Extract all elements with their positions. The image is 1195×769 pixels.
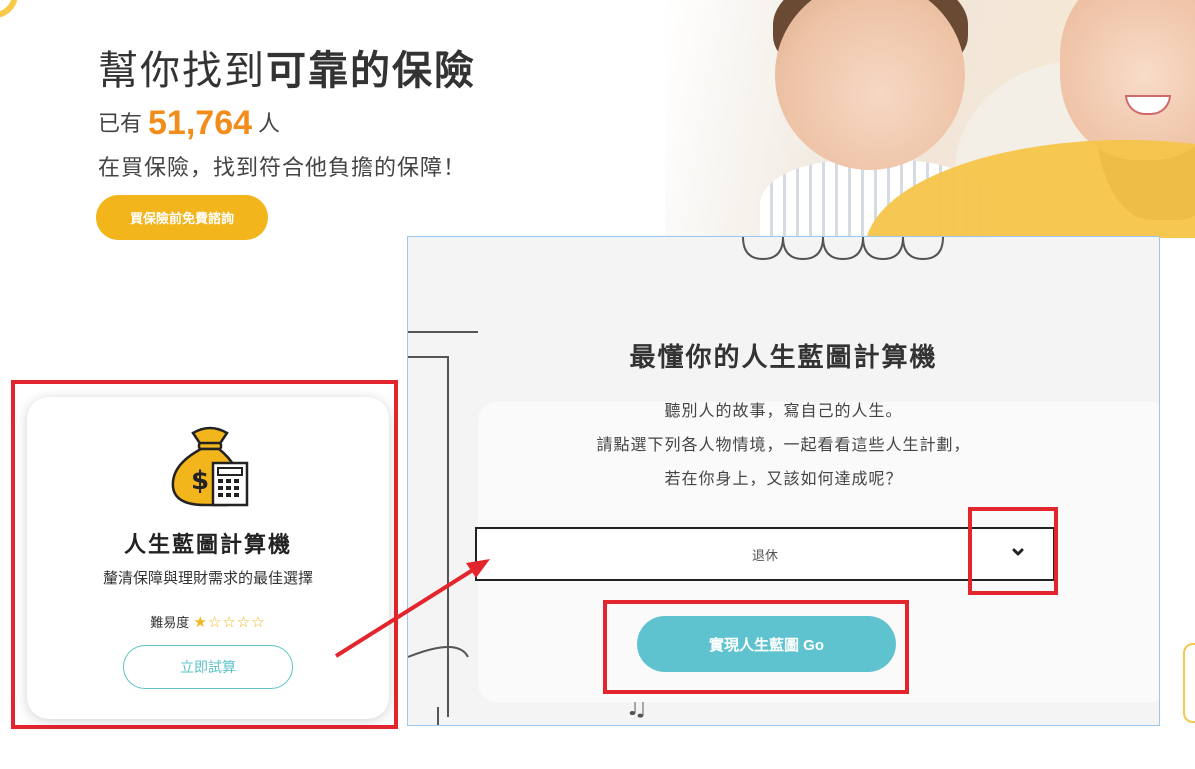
free-consult-button[interactable]: 買保險前免費諮詢 xyxy=(96,195,268,240)
star-rating-icons: ★☆☆☆☆ xyxy=(193,613,266,631)
hero-title-plain: 幫你找到 xyxy=(98,48,266,94)
count-suffix: 人 xyxy=(258,112,281,137)
hero-photo xyxy=(665,0,1195,238)
hero-title: 幫你找到可靠的保險 xyxy=(98,38,476,96)
panel-intro-line-3: 若在你身上，又該如何達成呢？ xyxy=(664,469,903,488)
difficulty-label: 難易度 xyxy=(150,616,190,631)
hero-title-bold: 可靠的保險 xyxy=(266,48,476,94)
annotation-box-dropdown xyxy=(968,507,1058,595)
scenario-select-value: 退休 xyxy=(751,548,778,564)
difficulty-rating: 難易度 ★☆☆☆☆ xyxy=(27,612,389,631)
corner-decoration xyxy=(0,0,18,18)
money-bag-calculator-icon: $ xyxy=(171,426,249,507)
panel-intro-line-2: 請點選下列各人物情境，一起看看這些人生計劃， xyxy=(596,435,971,454)
annotation-box-go-button xyxy=(603,600,909,694)
hero-count-line: 已有 51,764 人 xyxy=(98,104,280,143)
count-prefix: 已有 xyxy=(98,112,143,137)
user-count: 51,764 xyxy=(148,104,253,142)
card-description: 釐清保障與理財需求的最佳選擇 xyxy=(102,569,313,587)
card-title: 人生藍圖計算機 xyxy=(123,533,292,558)
calculator-card: $ 人生藍圖計算機 釐清保障與理財需求的最佳選擇 難易度 ★☆☆☆☆ 立即試算 xyxy=(27,397,389,719)
panel-intro-line-1: 聽別人的故事，寫自己的人生。 xyxy=(664,401,903,420)
hero-subtitle: 在買保險，找到符合他負擔的保障！ xyxy=(98,156,467,181)
try-now-button[interactable]: 立即試算 xyxy=(123,645,293,689)
svg-text:$: $ xyxy=(191,466,209,496)
side-floating-tab[interactable] xyxy=(1183,643,1195,723)
panel-title: 最懂你的人生藍圖計算機 xyxy=(629,343,938,373)
